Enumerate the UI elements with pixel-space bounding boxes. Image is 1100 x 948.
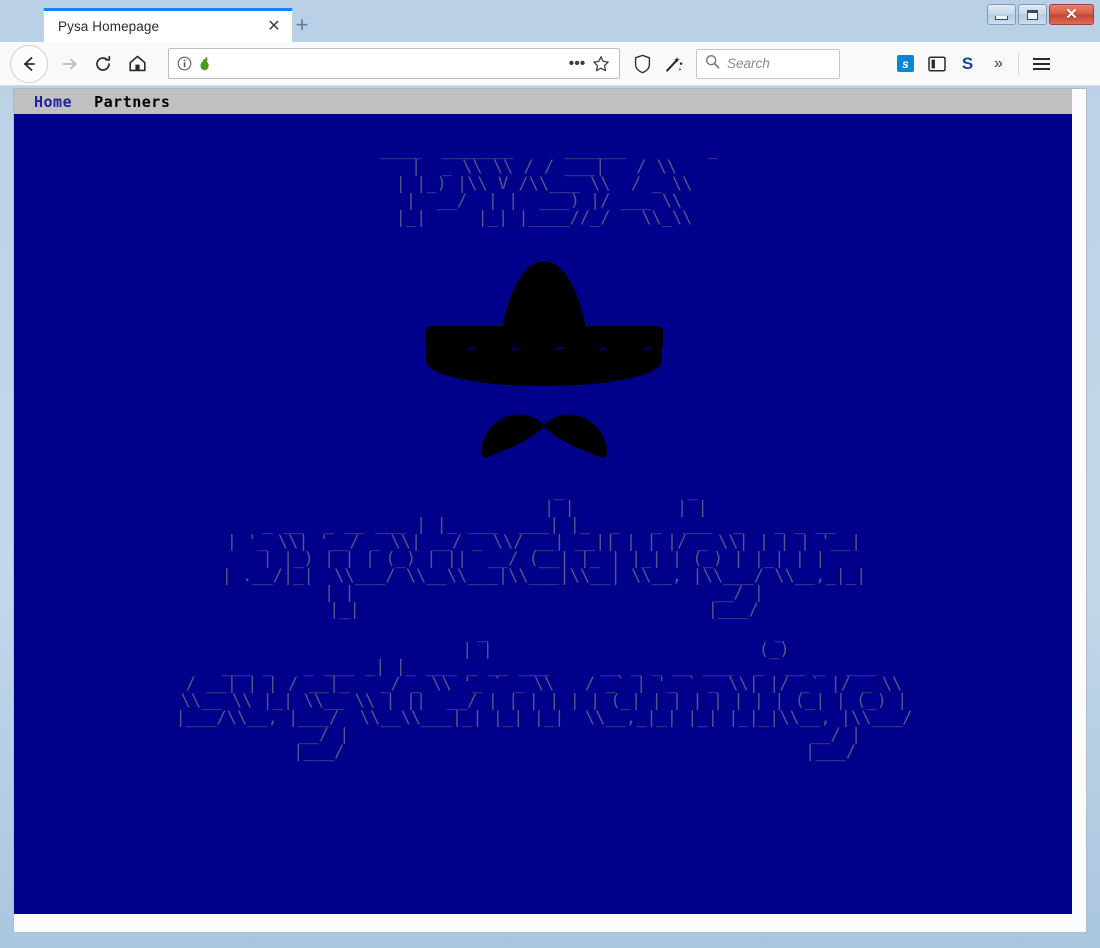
ascii-art-tagline-system-amigo: _ _ | | (_) ___ _ _ ___ _| |_ ___ _ __ _… xyxy=(175,623,913,762)
sidebar-item-partners[interactable]: Partners xyxy=(94,93,170,111)
window-maximize-button[interactable] xyxy=(1018,4,1047,25)
home-icon xyxy=(127,53,148,74)
extension-letter-s-icon[interactable]: S xyxy=(952,48,983,80)
tab-title: Pysa Homepage xyxy=(58,19,160,34)
extensions-area: s S » xyxy=(890,48,1014,80)
browser-window: Pysa Homepage ✕ + ✕ ••• Search s S » Hom… xyxy=(0,0,1100,948)
reload-button[interactable] xyxy=(86,47,120,81)
ascii-art-tagline-protect-your: _ _ | | | | _ __ _ __ ___ | |_ ___ ___| … xyxy=(221,481,867,620)
back-arrow-icon xyxy=(19,54,39,74)
title-bar: Pysa Homepage ✕ + ✕ xyxy=(0,0,1100,42)
extension-badge-label: s xyxy=(897,55,914,72)
page-scroll-gutter[interactable] xyxy=(1072,89,1086,932)
page-bottom-strip xyxy=(14,914,1086,932)
window-controls: ✕ xyxy=(987,4,1094,25)
home-button[interactable] xyxy=(120,47,154,81)
sombrero-mustache-svg xyxy=(425,261,663,458)
page-content: ____ _______ ______ _ | _ \\ \\ / / ___|… xyxy=(14,114,1074,929)
ascii-art-title-pysa: ____ _______ ______ _ | _ \\ \\ / / ___|… xyxy=(380,140,718,228)
address-bar[interactable]: ••• xyxy=(168,48,620,79)
reload-icon xyxy=(93,54,113,74)
forward-arrow-icon xyxy=(59,54,79,74)
extension-badge-s-icon[interactable]: s xyxy=(890,48,921,80)
page-viewport: Home Partners ____ _______ ______ _ | _ … xyxy=(13,88,1087,933)
overflow-chevrons-label: » xyxy=(994,54,1003,72)
extension-letter-label: S xyxy=(961,54,974,73)
window-minimize-button[interactable] xyxy=(987,4,1016,25)
forward-button[interactable] xyxy=(52,47,86,81)
toolbar-divider xyxy=(1018,52,1019,75)
browser-toolbar: ••• Search s S » xyxy=(0,42,1100,86)
search-input[interactable]: Search xyxy=(696,48,840,79)
window-close-button[interactable]: ✕ xyxy=(1049,4,1094,25)
close-icon: ✕ xyxy=(1065,6,1078,23)
page-info-icon[interactable] xyxy=(177,56,192,71)
search-icon xyxy=(705,54,720,74)
hamburger-line xyxy=(1032,67,1050,70)
pocket-wand-icon[interactable] xyxy=(658,48,690,80)
maximize-icon xyxy=(1027,9,1038,20)
app-menu-button[interactable] xyxy=(1025,48,1057,80)
overflow-chevrons-icon[interactable]: » xyxy=(983,48,1014,80)
site-favicon-pear-icon xyxy=(197,56,213,72)
bookmark-star-icon[interactable] xyxy=(589,52,613,76)
back-button[interactable] xyxy=(10,44,48,83)
minimize-icon xyxy=(995,15,1008,20)
tracking-protection-shield-icon[interactable] xyxy=(626,48,658,80)
sidebar-toggle-icon[interactable] xyxy=(921,48,952,80)
browser-tab-active[interactable]: Pysa Homepage ✕ xyxy=(43,8,293,42)
sidebar-item-home[interactable]: Home xyxy=(34,93,72,111)
hamburger-line xyxy=(1032,57,1050,60)
hamburger-line xyxy=(1032,62,1050,65)
sombrero-and-mustache-logo xyxy=(14,253,1074,465)
site-navigation-bar: Home Partners xyxy=(14,89,1074,114)
new-tab-button[interactable]: + xyxy=(288,12,316,38)
search-placeholder: Search xyxy=(727,56,770,71)
tab-close-icon[interactable]: ✕ xyxy=(264,17,284,37)
page-actions-icon[interactable]: ••• xyxy=(565,52,589,76)
